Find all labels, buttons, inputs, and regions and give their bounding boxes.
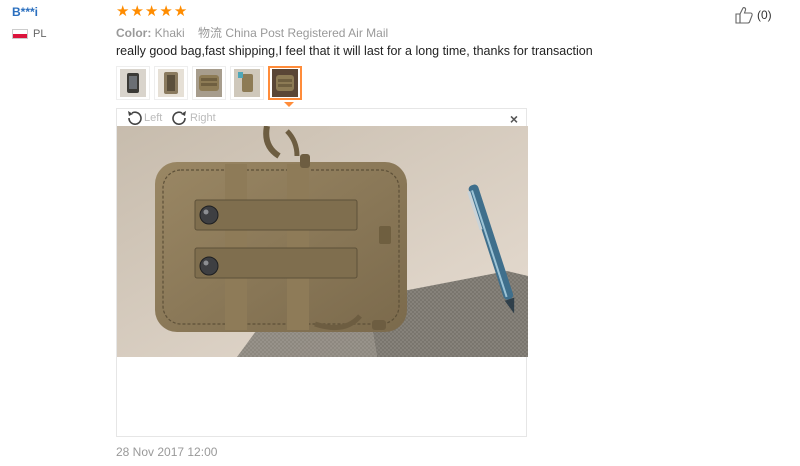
star-rating: ★ ★ ★ ★ ★ xyxy=(116,4,187,20)
rotate-right-label: Right xyxy=(190,112,216,124)
color-value: Khaki xyxy=(154,26,185,40)
photo-thumbnail[interactable] xyxy=(154,66,188,100)
rotate-left-icon xyxy=(128,111,142,125)
selected-thumbnail-pointer xyxy=(284,102,294,107)
star-icon: ★ xyxy=(144,3,159,20)
rotate-right-icon xyxy=(172,111,186,125)
close-viewer-button[interactable]: × xyxy=(510,111,518,127)
helpful-count: (0) xyxy=(757,8,772,22)
photo-thumbnail[interactable] xyxy=(192,66,226,100)
thumbs-up-icon xyxy=(735,7,753,24)
country-code: PL xyxy=(33,28,47,40)
flag-icon xyxy=(12,29,28,39)
star-icon: ★ xyxy=(116,3,130,20)
review-text: really good bag,fast shipping,I feel tha… xyxy=(116,44,593,58)
rotate-right-button[interactable]: Right xyxy=(171,110,216,126)
photo-thumbnail[interactable] xyxy=(116,66,150,100)
photo-thumbnails xyxy=(116,66,302,100)
color-label: Color: xyxy=(116,26,152,40)
star-icon: ★ xyxy=(173,3,188,20)
shipping-label: 物流 xyxy=(198,26,223,40)
review-date: 28 Nov 2017 12:00 xyxy=(116,445,218,459)
review-attributes: Color: Khaki 物流 China Post Registered Ai… xyxy=(116,24,398,41)
star-icon: ★ xyxy=(130,3,144,20)
photo-thumbnail-selected[interactable] xyxy=(268,66,302,100)
photo-viewer: Left Right × xyxy=(116,108,528,437)
reviewer-country: PL xyxy=(12,28,46,40)
rotate-left-label: Left xyxy=(144,112,163,124)
review-photo xyxy=(117,126,528,357)
helpful-button[interactable]: (0) xyxy=(735,6,772,24)
shipping-value: China Post Registered Air Mail xyxy=(225,26,389,40)
star-icon: ★ xyxy=(159,3,173,20)
photo-thumbnail[interactable] xyxy=(230,66,264,100)
reviewer-name: B***i xyxy=(12,5,39,19)
rotate-left-button[interactable]: Left xyxy=(125,110,162,126)
